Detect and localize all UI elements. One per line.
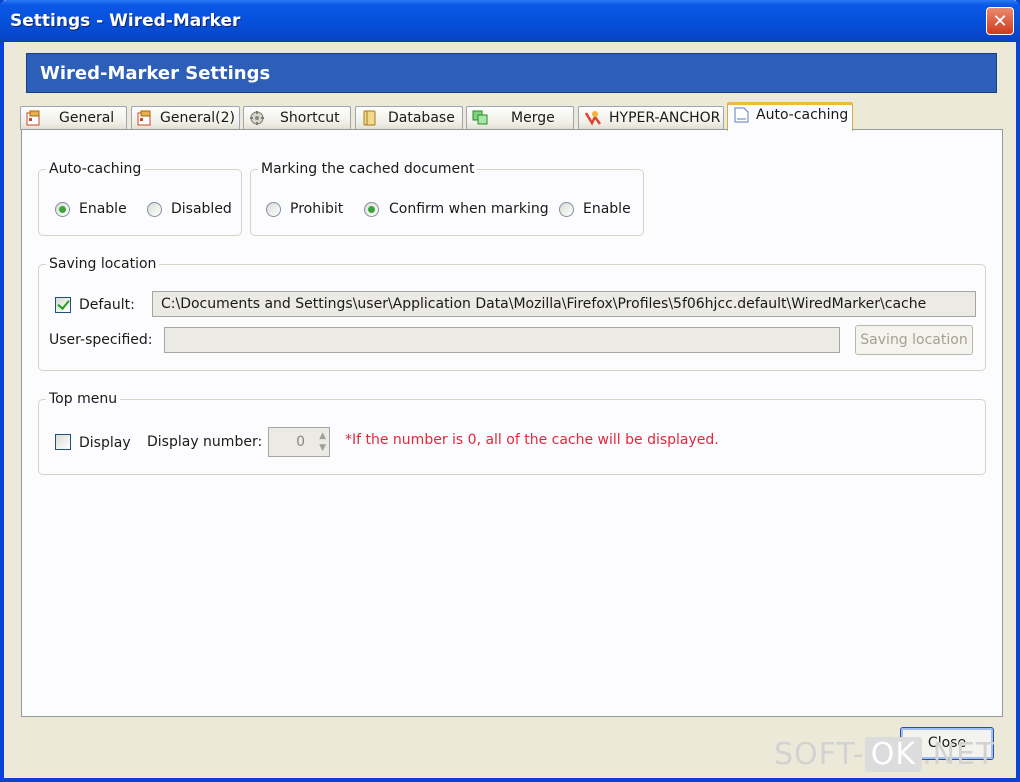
user-specified-field[interactable] <box>164 327 840 353</box>
group-legend: Auto-caching <box>46 161 145 177</box>
tab-general[interactable]: General <box>20 106 127 130</box>
tab-hyper-anchor[interactable]: HYPER-ANCHOR <box>578 106 724 130</box>
auto-caching-panel: Auto-caching Enable Disabled Marking the… <box>21 129 1003 717</box>
display-number-value: 0 <box>296 434 305 450</box>
tab-auto-caching[interactable]: Auto-caching <box>727 102 853 131</box>
tab-label: Auto-caching <box>756 107 849 123</box>
tab-merge[interactable]: Merge <box>466 106 574 130</box>
group-legend: Top menu <box>46 391 121 407</box>
watermark-ok: OK <box>864 737 923 772</box>
radio-label: Disabled <box>171 201 232 217</box>
merge-icon <box>472 110 488 125</box>
radio-label: Prohibit <box>290 201 344 217</box>
tab-general-2[interactable]: General(2) <box>131 106 240 130</box>
default-location-checkbox[interactable] <box>55 297 71 313</box>
display-note: *If the number is 0, all of the cache wi… <box>345 432 719 448</box>
window-title: Settings - Wired-Marker <box>10 11 241 31</box>
shortcut-icon <box>250 111 264 125</box>
default-path-field: C:\Documents and Settings\user\Applicati… <box>152 291 976 317</box>
general-icon <box>26 110 40 126</box>
spinner-arrows-icon[interactable]: ▲ ▼ <box>319 430 326 454</box>
radio-marking-enable[interactable] <box>559 202 574 217</box>
tab-label: Shortcut <box>280 110 340 126</box>
tab-database[interactable]: Database <box>355 106 463 130</box>
display-number-spinner[interactable]: 0 ▲ ▼ <box>268 427 330 457</box>
settings-window: Settings - Wired-Marker ✕ Wired-Marker S… <box>0 0 1020 782</box>
close-icon: ✕ <box>992 11 1008 32</box>
general-icon <box>137 110 151 126</box>
radio-auto-caching-enable[interactable] <box>55 202 70 217</box>
document-icon <box>734 107 749 123</box>
radio-label: Enable <box>583 201 631 217</box>
saving-location-button[interactable]: Saving location <box>855 325 973 355</box>
group-legend: Marking the cached document <box>258 161 478 177</box>
tab-label: Merge <box>511 110 555 126</box>
radio-label: Confirm when marking <box>389 201 549 217</box>
banner-title: Wired-Marker Settings <box>40 63 271 84</box>
tab-shortcut[interactable]: Shortcut <box>243 106 351 130</box>
display-checkbox[interactable] <box>55 434 71 450</box>
marking-cached-document-group: Marking the cached document Prohibit Con… <box>250 161 644 236</box>
watermark: SOFT- OK .NET <box>774 737 995 772</box>
radio-marking-confirm[interactable] <box>364 202 379 217</box>
tab-label: General <box>59 110 115 126</box>
title-bar[interactable]: Settings - Wired-Marker ✕ <box>0 0 1020 42</box>
display-number-label: Display number: <box>147 434 263 450</box>
radio-marking-prohibit[interactable] <box>266 202 281 217</box>
default-label: Default: <box>79 297 135 313</box>
group-legend: Saving location <box>46 256 160 272</box>
tab-label: Database <box>388 110 455 126</box>
watermark-pre: SOFT- <box>774 737 865 772</box>
display-label: Display <box>79 435 131 451</box>
tab-label: HYPER-ANCHOR <box>609 110 721 126</box>
radio-label: Enable <box>79 201 127 217</box>
tab-label: General(2) <box>160 110 236 126</box>
hyper-anchor-icon <box>584 111 601 126</box>
watermark-post: .NET <box>922 737 996 772</box>
top-menu-group: Top menu Display Display number: 0 ▲ ▼ *I… <box>38 391 986 475</box>
settings-banner: Wired-Marker Settings <box>26 53 997 93</box>
saving-location-group: Saving location Default: C:\Documents an… <box>38 256 986 371</box>
user-specified-label: User-specified: <box>49 332 153 348</box>
radio-auto-caching-disabled[interactable] <box>147 202 162 217</box>
auto-caching-group: Auto-caching Enable Disabled <box>38 161 242 236</box>
database-icon <box>363 110 376 126</box>
close-window-button[interactable]: ✕ <box>986 7 1014 35</box>
